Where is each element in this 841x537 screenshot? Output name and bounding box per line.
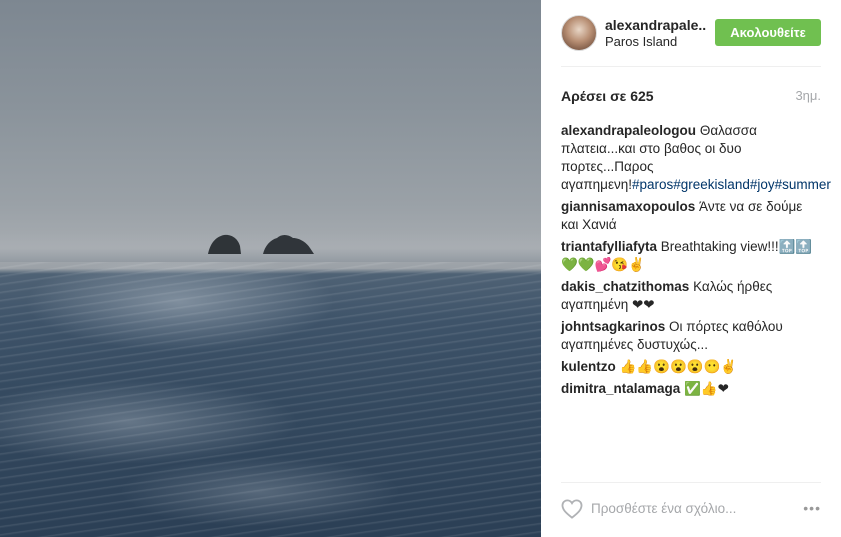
caption-username[interactable]: alexandrapaleologou — [561, 123, 696, 138]
comment-item: triantafylliafyta Breathtaking view!!!🔝🔝… — [561, 238, 821, 274]
comment-item: giannisamaxopoulos Άντε να σε δούμε και … — [561, 198, 821, 234]
comment-username[interactable]: johntsagkarinos — [561, 319, 665, 334]
comment-item: dakis_chatzithomas Καλώς ήρθες αγαπημένη… — [561, 278, 821, 314]
more-options-icon[interactable]: ••• — [799, 500, 821, 516]
comment-username[interactable]: giannisamaxopoulos — [561, 199, 695, 214]
comment-item: johntsagkarinos Οι πόρτες καθόλου αγαπημ… — [561, 318, 821, 354]
comment-username[interactable]: kulentzo — [561, 359, 616, 374]
avatar[interactable] — [561, 15, 597, 51]
caption: alexandrapaleologou Θαλασσα πλατεια...κα… — [561, 122, 831, 194]
following-button[interactable]: Ακολουθείτε — [715, 19, 821, 46]
comment-input[interactable] — [591, 497, 806, 519]
comment-text: 👍👍😮😮😮😶✌ — [619, 359, 738, 374]
hashtag-greekisland[interactable]: #greekisland — [673, 177, 750, 192]
post-photo[interactable] — [0, 0, 541, 537]
heart-outline-icon[interactable] — [561, 499, 583, 519]
username[interactable]: alexandrapale.. — [605, 17, 706, 33]
comment-text: ✅👍❤ — [684, 381, 729, 396]
comment-username[interactable]: dimitra_ntalamaga — [561, 381, 680, 396]
comment-username[interactable]: dakis_chatzithomas — [561, 279, 689, 294]
right-rock — [263, 235, 314, 254]
post-footer: ••• — [561, 482, 821, 537]
location-link[interactable]: Paros Island — [605, 34, 677, 49]
comment-username[interactable]: triantafylliafyta — [561, 239, 657, 254]
left-rock — [208, 234, 241, 254]
post-time[interactable]: 3ημ. — [795, 88, 821, 103]
likes-count[interactable]: Αρέσει σε 625 — [561, 88, 654, 104]
comment-item: kulentzo 👍👍😮😮😮😶✌ — [561, 358, 821, 376]
comment-item: dimitra_ntalamaga ✅👍❤ — [561, 380, 821, 398]
rocks-illustration — [208, 234, 314, 254]
hashtag-paros[interactable]: #paros — [632, 177, 673, 192]
hashtag-joy[interactable]: #joy — [750, 177, 775, 192]
hashtag-summer[interactable]: #summer — [775, 177, 831, 192]
comments-list: alexandrapaleologou Θαλασσα πλατεια...κα… — [561, 122, 831, 402]
post-details-panel: alexandrapale.. Paros Island Ακολουθείτε… — [541, 0, 841, 537]
post-header: alexandrapale.. Paros Island Ακολουθείτε — [561, 0, 821, 67]
